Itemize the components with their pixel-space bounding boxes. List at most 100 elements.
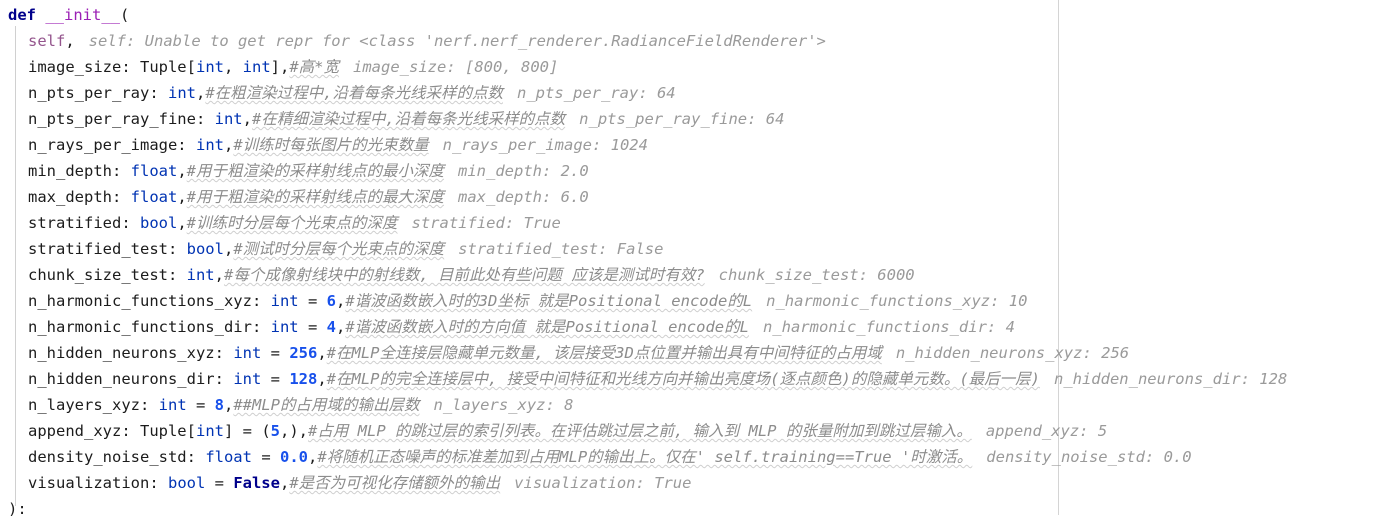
token-punct: , [224,396,234,414]
inline-debug-value-hint[interactable]: n_hidden_neurons_dir: 128 [1054,370,1287,388]
inline-debug-value-hint[interactable]: stratified_test: False [458,240,663,258]
token-plain: n_harmonic_functions_dir: [28,318,271,336]
code-line[interactable]: n_harmonic_functions_xyz: int = 6,#谐波函数嵌… [0,288,1383,314]
inline-debug-value-hint[interactable]: density_noise_std: 0.0 [986,448,1191,466]
token-punct: , [242,110,252,128]
token-type: int [196,422,224,440]
code-line[interactable]: max_depth: float,#用于粗渲染的采样射线点的最大深度 max_de… [0,184,1383,210]
token-num: 6 [326,292,336,310]
token-punct: ] = ( [224,422,271,440]
token-type: float [130,162,178,180]
inline-debug-value-hint[interactable]: n_pts_per_ray_fine: 64 [579,110,784,128]
token-plain: n_harmonic_functions_xyz: [28,292,271,310]
inline-comment: #训练时分层每个光束点的深度 [186,214,398,232]
code-line[interactable]: n_hidden_neurons_xyz: int = 256,#在MLP全连接… [0,340,1383,366]
token-type: int [233,344,262,362]
code-line[interactable]: density_noise_std: float = 0.0,#将随机正态噪声的… [0,444,1383,470]
code-line[interactable]: n_rays_per_image: int,#训练时每张图片的光束数量 n_ray… [0,132,1383,158]
inline-debug-value-hint[interactable]: visualization: True [514,474,691,492]
inline-debug-value-hint[interactable]: min_depth: 2.0 [458,162,589,180]
token-type: int [158,396,187,414]
inline-debug-value-hint[interactable]: n_rays_per_image: 1024 [443,136,648,154]
inline-comment: #是否为可视化存储额外的输出 [289,474,501,492]
token-plain: image_size: [28,58,140,76]
inline-debug-value-hint[interactable]: n_pts_per_ray: 64 [517,84,676,102]
token-type: float [205,448,252,466]
token-punct: ], [270,58,290,76]
inline-debug-value-hint[interactable]: n_hidden_neurons_xyz: 256 [896,344,1129,362]
token-type: int [186,266,215,284]
token-plain: chunk_size_test: [28,266,187,284]
inline-comment: #谐波函数嵌入时的3D坐标 就是Positional encode的L [345,292,753,310]
token-punct: , [195,84,206,102]
token-plain: Tuple [139,422,187,440]
token-punct: , [307,448,318,466]
token-type: int [196,58,224,76]
code-line[interactable]: n_pts_per_ray: int,#在粗渲染过程中,沿着每条光线采样的点数 n… [0,80,1383,106]
code-line[interactable]: min_depth: float,#用于粗渲染的采样射线点的最小深度 min_de… [0,158,1383,184]
code-line-list: def __init__(self, self: Unable to get re… [0,0,1383,522]
token-type: int [233,370,262,388]
inline-debug-value-hint[interactable]: self: Unable to get repr for <class 'ner… [89,32,826,50]
inline-comment: #在MLP的完全连接层中, 接受中间特征和光线方向并输出亮度场(逐点颜色)的隐藏… [326,370,1040,388]
code-line[interactable]: n_pts_per_ray_fine: int,#在精细渲染过程中,沿着每条光线… [0,106,1383,132]
code-line[interactable]: image_size: Tuple[int, int],#高*宽 image_si… [0,54,1383,80]
code-editor[interactable]: def __init__(self, self: Unable to get re… [0,0,1383,518]
token-plain: n_hidden_neurons_dir: [28,370,234,388]
token-plain: max_depth: [28,188,131,206]
inline-comment: #高*宽 [289,58,340,76]
token-plain: n_pts_per_ray_fine: [28,110,215,128]
code-line[interactable]: n_hidden_neurons_dir: int = 128,#在MLP的完全… [0,366,1383,392]
token-type: int [242,58,271,76]
token-punct: , [177,162,187,180]
inline-comment: #在MLP全连接层隐藏单元数量, 该层接受3D点位置并输出具有中间特征的占用域 [326,344,882,362]
inline-debug-value-hint[interactable]: n_layers_xyz: 8 [434,396,574,414]
inline-debug-value-hint[interactable]: chunk_size_test: 6000 [719,266,915,284]
token-punct: ): [8,500,27,518]
code-line[interactable]: visualization: bool = False,#是否为可视化存储额外的… [0,470,1383,496]
token-type: float [130,188,178,206]
inline-comment: #测试时分层每个光束点的深度 [233,240,445,258]
token-punct: = [251,448,280,466]
token-punct: , [335,318,346,336]
inline-comment: #训练时每张图片的光束数量 [233,136,429,154]
code-line[interactable]: stratified_test: bool,#测试时分层每个光束点的深度 stra… [0,236,1383,262]
inline-debug-value-hint[interactable]: image_size: [800, 800] [353,58,558,76]
inline-comment: #谐波函数嵌入时的方向值 就是Positional encode的L [345,318,749,336]
code-line[interactable]: chunk_size_test: int,#每个成像射线块中的射线数, 目前此处… [0,262,1383,288]
code-line[interactable]: stratified: bool,#训练时分层每个光束点的深度 stratifie… [0,210,1383,236]
code-line[interactable]: append_xyz: Tuple[int] = (5,),#占用 MLP 的跳… [0,418,1383,444]
code-line[interactable]: ): [0,496,1383,522]
inline-comment: ##MLP的占用域的输出层数 [233,396,420,414]
inline-comment: #用于粗渲染的采样射线点的最小深度 [186,162,445,180]
code-line[interactable]: n_harmonic_functions_dir: int = 4,#谐波函数嵌… [0,314,1383,340]
inline-debug-value-hint[interactable]: n_harmonic_functions_xyz: 10 [766,292,1027,310]
token-type: int [214,110,243,128]
inline-debug-value-hint[interactable]: append_xyz: 5 [986,422,1107,440]
token-punct: , [317,370,327,388]
token-plain: visualization: [28,474,168,492]
inline-comment: #在精细渲染过程中,沿着每条光线采样的点数 [251,110,566,128]
inline-debug-value-hint[interactable]: stratified: True [412,214,561,232]
token-punct: [ [186,422,196,440]
token-kw: def [8,6,36,24]
token-fn: __init__ [45,6,120,24]
code-line[interactable]: self, self: Unable to get repr for <class… [0,28,1383,54]
token-num: 256 [289,344,318,362]
token-punct: = [298,318,327,336]
inline-debug-value-hint[interactable]: n_harmonic_functions_dir: 4 [763,318,1015,336]
code-line[interactable]: def __init__( [0,2,1383,28]
token-punct: = [261,370,290,388]
token-num: 0.0 [279,448,308,466]
token-punct: , [317,344,327,362]
inline-debug-value-hint[interactable]: max_depth: 6.0 [458,188,589,206]
token-punct: = [261,344,290,362]
token-num: 4 [326,318,336,336]
token-plain: n_layers_xyz: [28,396,159,414]
code-line[interactable]: n_layers_xyz: int = 8,##MLP的占用域的输出层数 n_la… [0,392,1383,418]
token-punct: , [335,292,346,310]
token-punct: , [177,188,187,206]
inline-comment: #占用 MLP 的跳过层的索引列表。在评估跳过层之前, 输入到 MLP 的张量附… [308,422,972,440]
inline-comment: #将随机正态噪声的标准差加到占用MLP的输出上。仅在' self.trainin… [317,448,973,466]
